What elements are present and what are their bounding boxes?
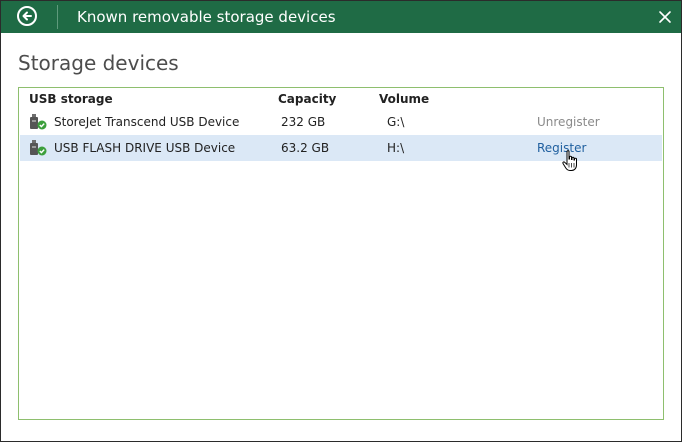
usb-drive-check-icon (30, 140, 47, 156)
unregister-link[interactable]: Unregister (537, 114, 600, 130)
dialog-window: Known removable storage devices Storage … (0, 0, 682, 442)
storage-device-list: USB storage Capacity Volume StoreJet Tra… (18, 87, 664, 420)
column-header-capacity[interactable]: Capacity (278, 91, 336, 107)
device-capacity: 232 GB (281, 115, 326, 129)
back-button[interactable] (17, 6, 37, 26)
close-button[interactable] (657, 9, 673, 25)
column-header-usb-storage[interactable]: USB storage (29, 91, 113, 107)
table-row[interactable]: StoreJet Transcend USB Device 232 GB G:\… (20, 109, 662, 135)
back-arrow-circle-icon (22, 11, 32, 21)
window-title: Known removable storage devices (77, 8, 336, 26)
title-bar: Known removable storage devices (1, 1, 681, 33)
title-separator (57, 5, 58, 29)
device-name: StoreJet Transcend USB Device (54, 115, 240, 129)
device-volume: G:\ (387, 115, 405, 129)
device-capacity: 63.2 GB (281, 141, 330, 155)
device-volume: H:\ (387, 141, 405, 155)
usb-drive-check-icon (30, 114, 47, 130)
column-header-volume[interactable]: Volume (379, 91, 429, 107)
page-title: Storage devices (18, 51, 179, 75)
hand-pointer-icon (562, 150, 577, 171)
device-name: USB FLASH DRIVE USB Device (54, 141, 236, 155)
close-icon (659, 11, 671, 23)
